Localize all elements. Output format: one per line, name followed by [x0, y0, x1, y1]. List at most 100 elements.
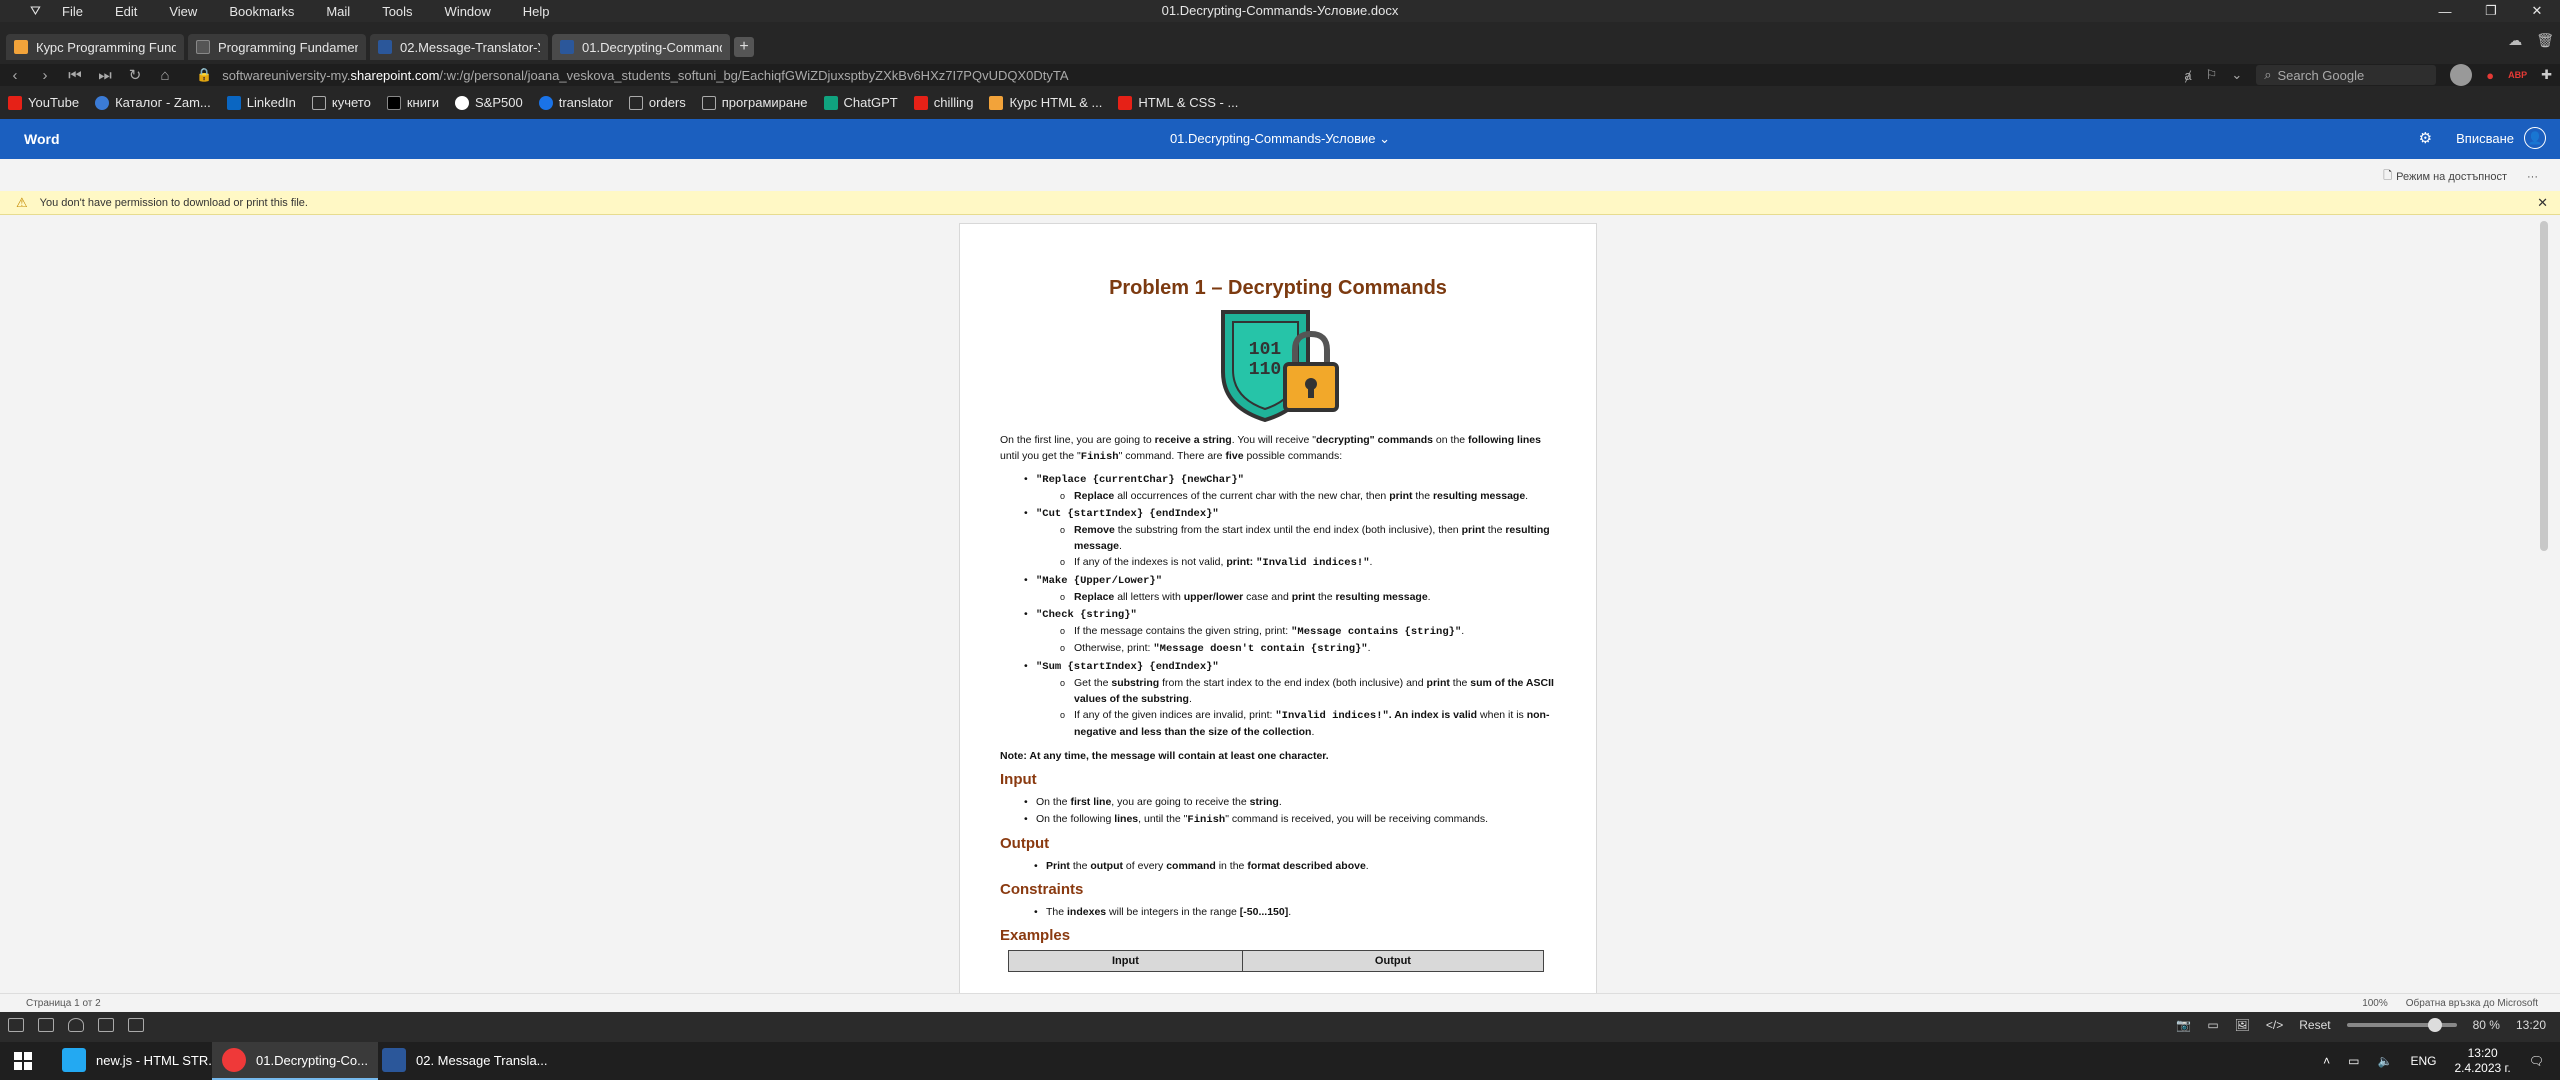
reload-icon[interactable]: ↻ [120, 66, 150, 84]
language-indicator[interactable]: ENG [2410, 1054, 2436, 1068]
close-warning-icon[interactable]: ✕ [2537, 195, 2548, 211]
bookmark-katalog[interactable]: Каталог - Zam... [95, 95, 211, 110]
network-icon[interactable]: ▭ [2348, 1054, 2359, 1068]
document-title[interactable]: 01.Decrypting-Commands-Условие ⌄ [1100, 131, 1460, 147]
word-app-name[interactable]: Word [24, 131, 60, 147]
adblock-icon[interactable]: ABP [2508, 70, 2527, 80]
calendar-icon[interactable] [128, 1018, 144, 1032]
search-field[interactable]: ⌕ Search Google [2256, 65, 2437, 85]
new-tab-button[interactable]: + [734, 37, 754, 57]
url-field[interactable]: 🔒 softwareuniversity-my.sharepoint.com/:… [196, 67, 1069, 83]
menu-file[interactable]: File [48, 4, 97, 19]
globe-icon [95, 95, 110, 110]
document-canvas[interactable]: Problem 1 – Decrypting Commands 101 110 … [10, 215, 2550, 993]
menu-edit[interactable]: Edit [101, 4, 151, 19]
accessibility-icon: 🗋 [2383, 170, 2393, 182]
menu-window[interactable]: Window [431, 4, 505, 19]
menu-tools[interactable]: Tools [368, 4, 426, 19]
minimize-icon[interactable]: — [2422, 4, 2468, 19]
dropdown-icon[interactable]: ⌄ [2231, 67, 2242, 83]
avatar[interactable] [2450, 64, 2473, 86]
camera-icon[interactable]: 📷 [2176, 1018, 2191, 1032]
intro-paragraph: On the first line, you are going to rece… [1000, 434, 1541, 463]
bookmark-translator[interactable]: translator [538, 95, 613, 110]
search-icon: ⌕ [2264, 67, 2272, 82]
menu-bookmarks[interactable]: Bookmarks [215, 4, 308, 19]
accessibility-mode-button[interactable]: 🗋 Режим на достъпност [2383, 167, 2507, 186]
address-bar: ‹ › ⏮ ⏭ ↻ ⌂ 🔒 softwareuniversity-my.shar… [0, 64, 2560, 86]
icon-binary-line-1: 101 [1249, 340, 1282, 360]
taskbar-app-vivaldi[interactable]: 01.Decrypting-Co... [212, 1042, 378, 1080]
window-icon[interactable]: ▭ [2207, 1018, 2218, 1032]
zoom-slider-knob[interactable] [2427, 1018, 2442, 1032]
feedback-link[interactable]: Обратна връзка до Microsoft [2406, 998, 2538, 1009]
search-placeholder: Search Google [2277, 67, 2365, 83]
taskbar-app-vscode[interactable]: new.js - HTML STR... [52, 1042, 229, 1080]
sign-in-button[interactable]: Вписване 👤 [2456, 127, 2546, 149]
input-heading: Input [1000, 771, 1037, 788]
code-icon[interactable]: </> [2266, 1018, 2283, 1032]
bookmark-chatgpt[interactable]: ChatGPT [823, 95, 898, 110]
bookmark-html-css[interactable]: HTML & CSS - ... [1118, 95, 1238, 110]
image-icon[interactable]: 🖼 [2235, 1018, 2250, 1032]
windows-logo-icon [14, 1052, 32, 1070]
tray-chevron-icon[interactable]: ˄ [2323, 1054, 2330, 1068]
restore-icon[interactable]: ❐ [2468, 3, 2514, 19]
tab-1[interactable]: Курс Programming Fundam [6, 34, 184, 60]
vivaldi-icon [222, 1048, 246, 1072]
menu-mail[interactable]: Mail [312, 4, 364, 19]
bookmark-kurs-html[interactable]: Курс HTML & ... [989, 95, 1102, 110]
bookmark-folder-programirane[interactable]: програмиране [701, 95, 808, 110]
vivaldi-logo-icon[interactable]: ⛛ [16, 3, 44, 19]
vertical-scrollbar[interactable] [2540, 221, 2548, 551]
more-options-icon[interactable]: ··· [2527, 171, 2538, 183]
forward-icon[interactable]: › [30, 67, 60, 84]
bookmark-icon[interactable]: ⚐ [2206, 67, 2218, 83]
back-icon[interactable]: ‹ [0, 67, 30, 84]
start-button[interactable] [0, 1042, 46, 1080]
tab-favicon-icon [14, 40, 28, 54]
bookmark-chilling[interactable]: chilling [913, 95, 973, 110]
list-item: On the first line, you are going to rece… [1024, 794, 1556, 810]
output-heading: Output [1000, 835, 1050, 852]
tab-2[interactable]: Programming Fundamentals [188, 34, 366, 60]
volume-icon[interactable]: 🔈 [2378, 1054, 2393, 1068]
puzzle-icon[interactable]: ✚ [2541, 67, 2552, 83]
menu-view[interactable]: View [155, 4, 211, 19]
tab-4-active[interactable]: 01.Decrypting-Commands [552, 34, 730, 60]
zoom-level[interactable]: 100% [2362, 998, 2388, 1009]
taskbar-app-word[interactable]: 02. Message Transla... [372, 1042, 558, 1080]
tiling-icon[interactable] [38, 1018, 54, 1032]
zoom-slider[interactable] [2346, 1018, 2457, 1032]
mail-icon[interactable] [98, 1018, 114, 1032]
bookmark-folder-orders[interactable]: orders [628, 95, 686, 110]
rewind-icon[interactable]: ⏮ [60, 67, 90, 84]
input-list: On the first line, you are going to rece… [1024, 794, 1556, 828]
extension-icon[interactable]: ● [2486, 68, 2494, 83]
translate-icon [538, 95, 553, 110]
warning-text: You don't have permission to download or… [39, 196, 308, 209]
list-item: "Cut {startIndex} {endIndex}" Remove the… [1024, 505, 1556, 571]
list-item: Print the output of every command in the… [1034, 858, 1556, 874]
bookmark-sp500[interactable]: S&P500 [455, 95, 523, 110]
tab-favicon-icon [196, 40, 210, 54]
fast-forward-icon[interactable]: ⏭ [90, 67, 120, 84]
bookmark-youtube[interactable]: YouTube [8, 95, 79, 110]
bookmark-linkedin[interactable]: LinkedIn [226, 95, 296, 110]
zoom-reset-button[interactable]: Reset [2299, 1018, 2330, 1032]
taskbar-clock[interactable]: 13:20 2.4.2023 г. [2454, 1046, 2510, 1076]
home-icon[interactable]: ⌂ [150, 67, 180, 84]
notifications-icon[interactable]: 🗨 [2529, 1054, 2544, 1068]
close-window-icon[interactable]: ✕ [2514, 3, 2560, 19]
sync-icon[interactable] [68, 1018, 84, 1032]
reader-icon[interactable]: ⱥ [2184, 68, 2191, 83]
warning-icon: ⚠ [16, 194, 28, 210]
panel-toggle-icon[interactable] [8, 1018, 24, 1032]
bookmark-folder-kucheto[interactable]: кучето [311, 95, 371, 110]
trash-icon[interactable]: 🗑 [2536, 32, 2554, 49]
menu-help[interactable]: Help [509, 4, 564, 19]
tab-3[interactable]: 02.Message-Translator-Усл [370, 34, 548, 60]
settings-gear-icon[interactable]: ⚙ [2419, 129, 2432, 147]
cloud-sync-icon[interactable]: ☁ [2508, 32, 2522, 49]
bookmark-knigi[interactable]: книги [386, 95, 439, 110]
